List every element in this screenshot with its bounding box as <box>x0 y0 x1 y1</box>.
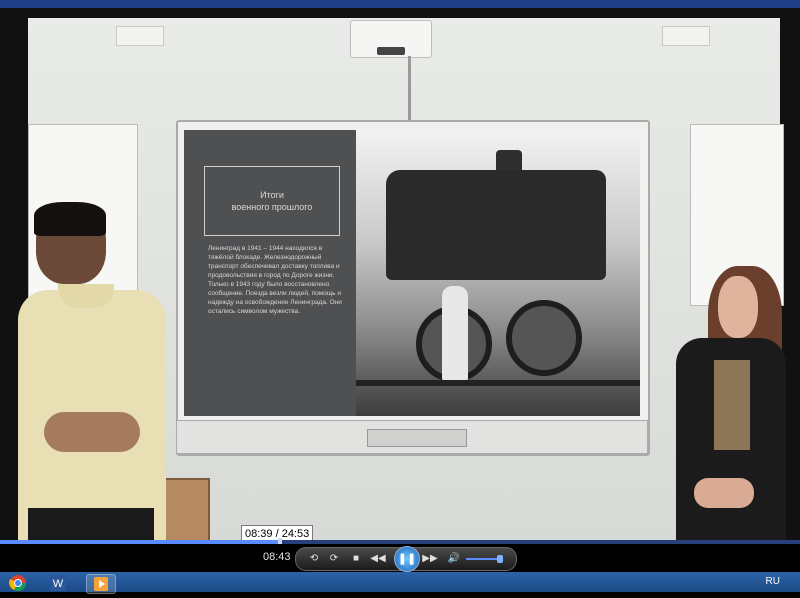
projected-slide: Итоги военного прошлого Ленинград в 1941… <box>184 130 640 416</box>
presenter-boy-hands <box>44 412 140 452</box>
repeat-icon[interactable]: ⟳ <box>326 552 342 566</box>
steam-locomotive-photo <box>356 130 640 416</box>
chrome-icon[interactable] <box>4 574 32 592</box>
pause-icon[interactable]: ❚❚ <box>394 546 420 572</box>
slide-title-line-1: Итоги <box>260 190 284 200</box>
slide-title: Итоги военного прошлого <box>204 166 340 236</box>
presenter-boy-pants <box>28 508 154 540</box>
projector-cable <box>408 56 411 128</box>
presenter-girl-hands <box>694 478 754 508</box>
language-indicator[interactable]: RU <box>766 576 780 587</box>
worker-figure <box>442 286 468 382</box>
player-controls: 08:43 ⟲ ⟳ ■ ◀◀ ❚❚ ▶▶ 🔊 <box>0 544 800 572</box>
stop-icon[interactable]: ■ <box>348 552 364 566</box>
elapsed-time: 08:43 <box>263 551 291 563</box>
window-top-strip <box>0 0 800 8</box>
speaker-icon[interactable]: 🔊 <box>446 552 462 566</box>
volume-thumb[interactable] <box>496 555 503 563</box>
ceiling-bracket-right <box>662 26 710 46</box>
locomotive-body <box>386 170 606 280</box>
locomotive-wheel <box>506 300 582 376</box>
rail <box>356 380 640 386</box>
fast-forward-icon[interactable]: ▶▶ <box>422 552 438 566</box>
presenter-boy-hair <box>34 202 106 236</box>
presenter-girl-top <box>714 360 750 450</box>
whiteboard-tray <box>176 420 648 454</box>
transport-controls: ⟲ ⟳ ■ ◀◀ ❚❚ ▶▶ 🔊 <box>295 546 517 572</box>
svg-text:W: W <box>53 578 64 590</box>
ceiling-bracket-left <box>116 26 164 46</box>
presenter-girl-face <box>718 276 758 338</box>
media-player-icon[interactable] <box>86 574 116 594</box>
rewind-icon[interactable]: ◀◀ <box>370 552 386 566</box>
slide-body-text: Ленинград в 1941 – 1944 находился в тяжё… <box>208 245 342 315</box>
switch-view-icon[interactable]: ⟲ <box>306 552 322 566</box>
slide-title-line-2: военного прошлого <box>231 202 313 212</box>
word-icon[interactable]: W <box>44 574 72 592</box>
projector <box>350 20 432 58</box>
video-frame[interactable]: Итоги военного прошлого Ленинград в 1941… <box>0 8 800 540</box>
taskbar: W RU <box>0 572 800 594</box>
slide-text-panel: Итоги военного прошлого Ленинград в 1941… <box>184 130 356 416</box>
